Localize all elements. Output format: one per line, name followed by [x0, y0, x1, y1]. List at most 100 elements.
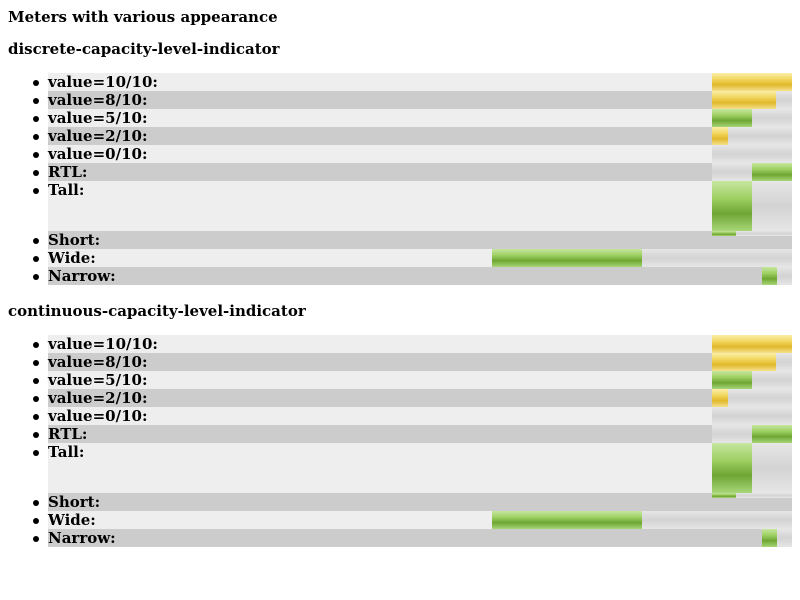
- meter: [712, 163, 792, 181]
- meter-fill: [712, 91, 776, 109]
- meter-fill: [712, 389, 728, 407]
- bullet-icon: [33, 342, 39, 348]
- bullet-icon: [33, 170, 39, 176]
- meter-fill: [712, 335, 792, 353]
- meter-label: Narrow:: [48, 529, 116, 547]
- page-title: Meters with various appearance: [8, 8, 278, 26]
- bullet-icon: [33, 238, 39, 244]
- list-item-narrow: Narrow:: [33, 529, 792, 547]
- list-item-value-2: value=2/10:: [33, 389, 792, 407]
- bullet-icon: [33, 396, 39, 402]
- bullet-icon: [33, 80, 39, 86]
- bullet-icon: [33, 256, 39, 262]
- meter-list-discrete: value=10/10: value=8/10: value=5/10: val…: [0, 73, 800, 285]
- meter: [762, 267, 792, 285]
- list-item-short: Short:: [33, 231, 792, 249]
- meter-fill: [712, 493, 736, 498]
- meter: [712, 73, 792, 91]
- bullet-icon: [33, 432, 39, 438]
- meter-label: value=10/10:: [48, 73, 158, 91]
- bullet-icon: [33, 116, 39, 122]
- meter-label: value=5/10:: [48, 371, 148, 389]
- section-title-continuous: continuous-capacity-level-indicator: [8, 302, 306, 320]
- meter: [712, 335, 792, 353]
- meter-fill: [752, 425, 792, 443]
- meter-fill: [492, 511, 642, 529]
- meter-label: value=0/10:: [48, 407, 148, 425]
- meter-fill: [762, 529, 777, 547]
- meter: [492, 249, 792, 267]
- meter-list-continuous: value=10/10: value=8/10: value=5/10: val…: [0, 335, 800, 547]
- meter-fill: [712, 231, 736, 236]
- meter: [712, 407, 792, 425]
- bullet-icon: [33, 414, 39, 420]
- meter: [712, 443, 792, 493]
- bullet-icon: [33, 360, 39, 366]
- bullet-icon: [33, 378, 39, 384]
- meter: [762, 529, 792, 547]
- meter-label: Wide:: [48, 511, 96, 529]
- meter-label: value=8/10:: [48, 91, 148, 109]
- list-item-rtl: RTL:: [33, 425, 792, 443]
- list-item-value-5: value=5/10:: [33, 371, 792, 389]
- meter: [712, 425, 792, 443]
- meter-label: value=5/10:: [48, 109, 148, 127]
- meter: [712, 389, 792, 407]
- meter-fill: [712, 371, 752, 389]
- bullet-icon: [33, 134, 39, 140]
- meter: [712, 91, 792, 109]
- meter-label: value=2/10:: [48, 389, 148, 407]
- bullet-icon: [33, 274, 39, 280]
- meter-label: Narrow:: [48, 267, 116, 285]
- list-item-wide: Wide:: [33, 511, 792, 529]
- list-item-value-8: value=8/10:: [33, 91, 792, 109]
- meter-label: Tall:: [48, 443, 85, 461]
- meter: [712, 231, 792, 236]
- bullet-icon: [33, 152, 39, 158]
- meter: [712, 109, 792, 127]
- meter-fill: [712, 109, 752, 127]
- meter-fill: [752, 163, 792, 181]
- meter-fill: [712, 181, 752, 231]
- bullet-icon: [33, 98, 39, 104]
- list-item-tall: Tall:: [33, 181, 792, 231]
- list-item-value-10: value=10/10:: [33, 73, 792, 91]
- meter: [712, 145, 792, 163]
- meter-fill: [492, 249, 642, 267]
- meter-label: Wide:: [48, 249, 96, 267]
- meter-fill: [712, 73, 792, 91]
- meter-label: RTL:: [48, 163, 88, 181]
- meter-label: Tall:: [48, 181, 85, 199]
- meter-label: Short:: [48, 231, 101, 249]
- meter-fill: [712, 127, 728, 145]
- list-item-value-0: value=0/10:: [33, 407, 792, 425]
- meter: [712, 371, 792, 389]
- meter-label: value=10/10:: [48, 335, 158, 353]
- bullet-icon: [33, 518, 39, 524]
- bullet-icon: [33, 500, 39, 506]
- list-item-short: Short:: [33, 493, 792, 511]
- meter-label: RTL:: [48, 425, 88, 443]
- list-item-rtl: RTL:: [33, 163, 792, 181]
- meter: [712, 353, 792, 371]
- bullet-icon: [33, 450, 39, 456]
- meter-fill: [712, 353, 776, 371]
- meter-label: Short:: [48, 493, 101, 511]
- bullet-icon: [33, 188, 39, 194]
- meter-label: value=8/10:: [48, 353, 148, 371]
- bullet-icon: [33, 536, 39, 542]
- meter: [712, 493, 792, 498]
- list-item-value-0: value=0/10:: [33, 145, 792, 163]
- section-title-discrete: discrete-capacity-level-indicator: [8, 40, 280, 58]
- list-item-value-10: value=10/10:: [33, 335, 792, 353]
- list-item-wide: Wide:: [33, 249, 792, 267]
- meter-fill: [712, 443, 752, 493]
- meter: [712, 127, 792, 145]
- meter-label: value=2/10:: [48, 127, 148, 145]
- list-item-value-8: value=8/10:: [33, 353, 792, 371]
- meter-label: value=0/10:: [48, 145, 148, 163]
- meter: [712, 181, 792, 231]
- meter: [492, 511, 792, 529]
- list-item-narrow: Narrow:: [33, 267, 792, 285]
- list-item-value-2: value=2/10:: [33, 127, 792, 145]
